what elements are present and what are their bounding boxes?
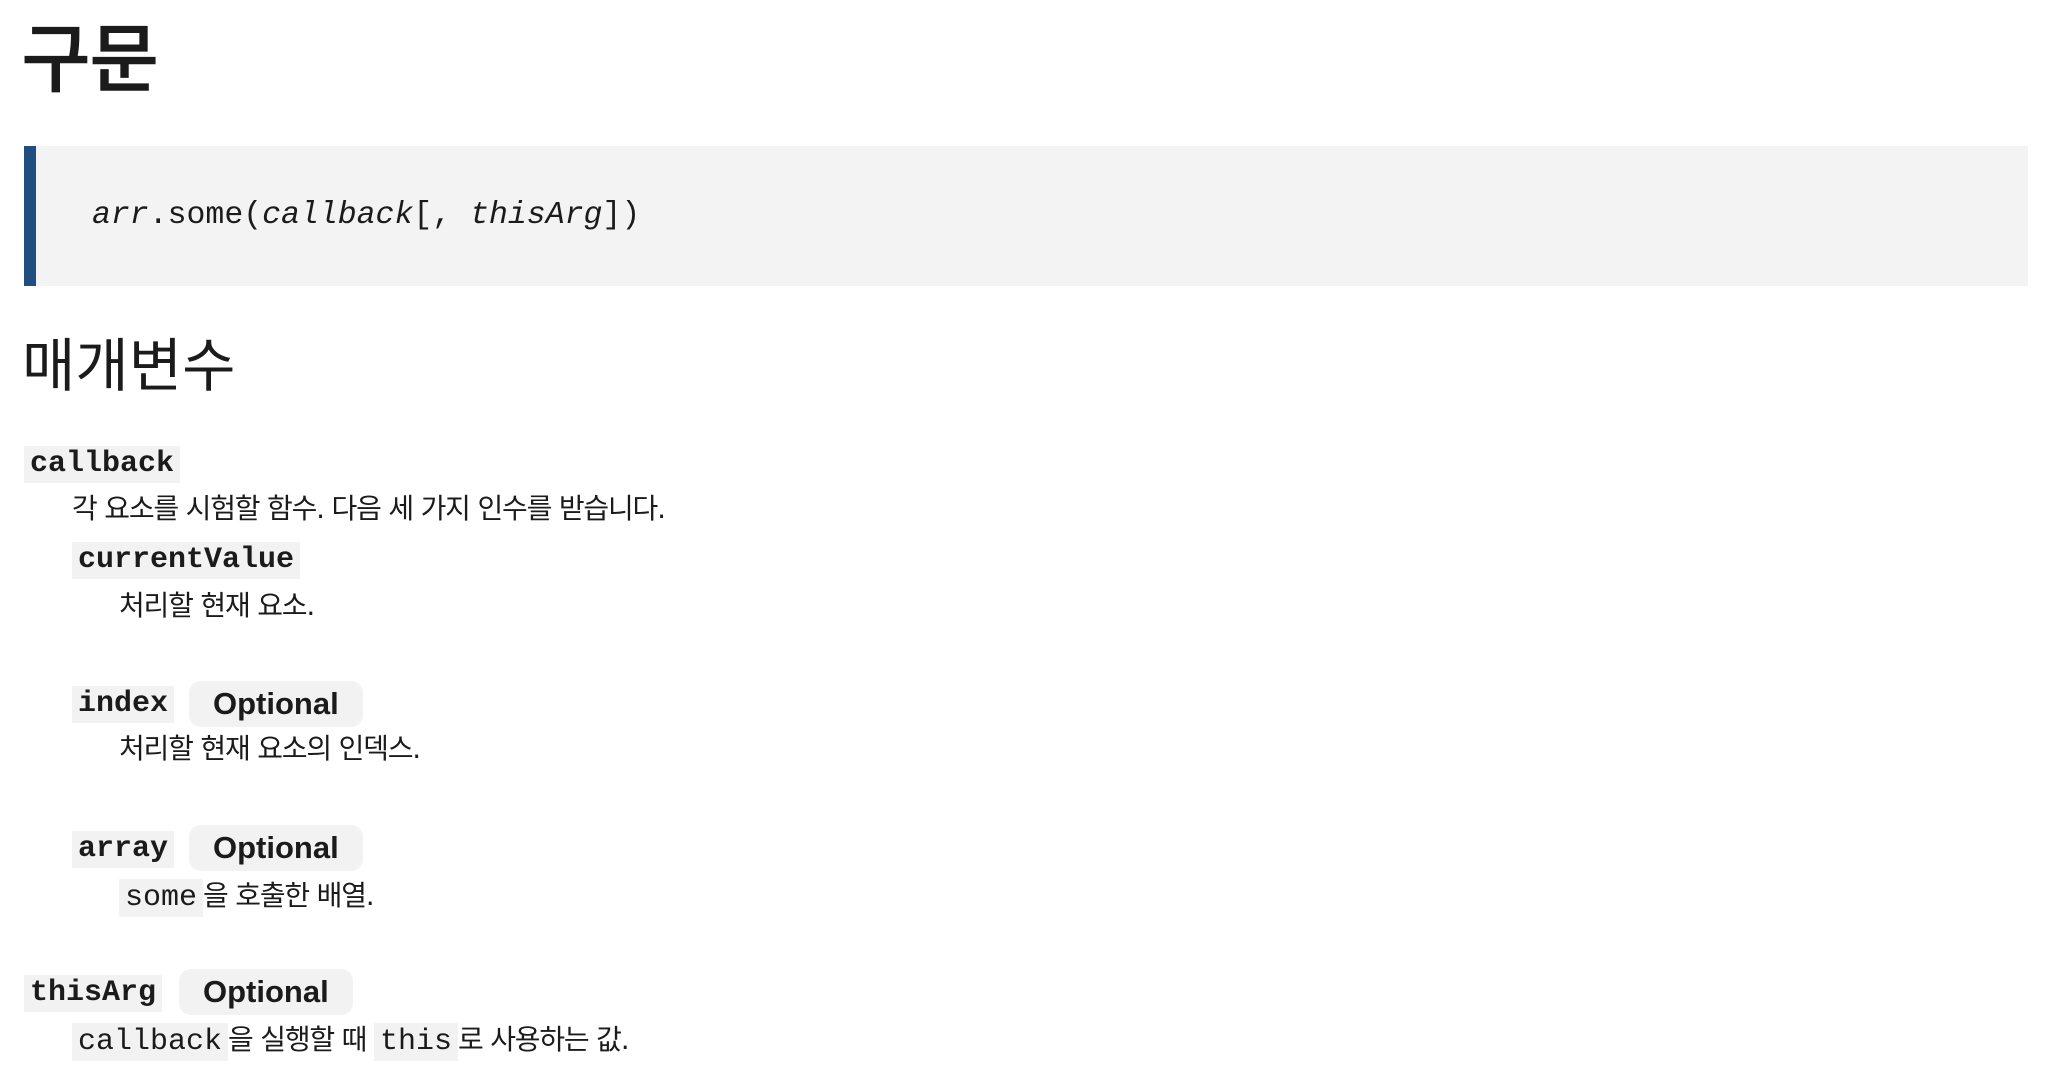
syntax-optional-open: [, xyxy=(413,198,471,233)
param-thisarg-description-text-1: 을 실행할 때 xyxy=(228,1023,374,1056)
arg-currentvalue-term: currentValue xyxy=(72,542,301,579)
inline-code-some: some xyxy=(119,879,204,917)
param-callback-term: callback xyxy=(24,446,181,483)
parameters-heading: 매개변수 xyxy=(22,332,236,400)
syntax-block: arr.some(callback[, thisArg]) xyxy=(24,146,2028,286)
optional-badge: Optional xyxy=(179,969,353,1015)
arg-currentvalue-description: 처리할 현재 요소. xyxy=(119,589,315,622)
page-title: 구문 xyxy=(22,17,159,103)
param-thisarg-term: thisArg xyxy=(24,975,163,1012)
syntax-object: arr xyxy=(92,198,149,233)
syntax-code: arr.some(callback[, thisArg]) xyxy=(92,146,640,286)
arg-index-term: index xyxy=(72,686,175,723)
param-thisarg-description: callback 을 실행할 때 this 로 사용하는 값. xyxy=(72,1020,630,1061)
inline-code-this: this xyxy=(373,1023,458,1061)
param-callback-description: 각 요소를 시험할 함수. 다음 세 가지 인수를 받습니다. xyxy=(72,492,666,525)
arg-array-description: some 을 호출한 배열. xyxy=(119,876,375,917)
syntax-param-thisarg: thisArg xyxy=(470,198,603,233)
param-thisarg-description-text-2: 로 사용하는 값. xyxy=(457,1023,630,1056)
arg-index-description: 처리할 현재 요소의 인덱스. xyxy=(119,732,421,765)
syntax-close: ]) xyxy=(602,198,641,233)
syntax-param-callback: callback xyxy=(262,198,414,233)
syntax-method: .some( xyxy=(148,198,263,233)
arg-array-term: array xyxy=(72,831,175,868)
inline-code-callback: callback xyxy=(72,1023,229,1061)
optional-badge: Optional xyxy=(189,825,363,871)
optional-badge: Optional xyxy=(189,681,363,727)
arg-array-description-text: 을 호출한 배열. xyxy=(203,879,375,912)
